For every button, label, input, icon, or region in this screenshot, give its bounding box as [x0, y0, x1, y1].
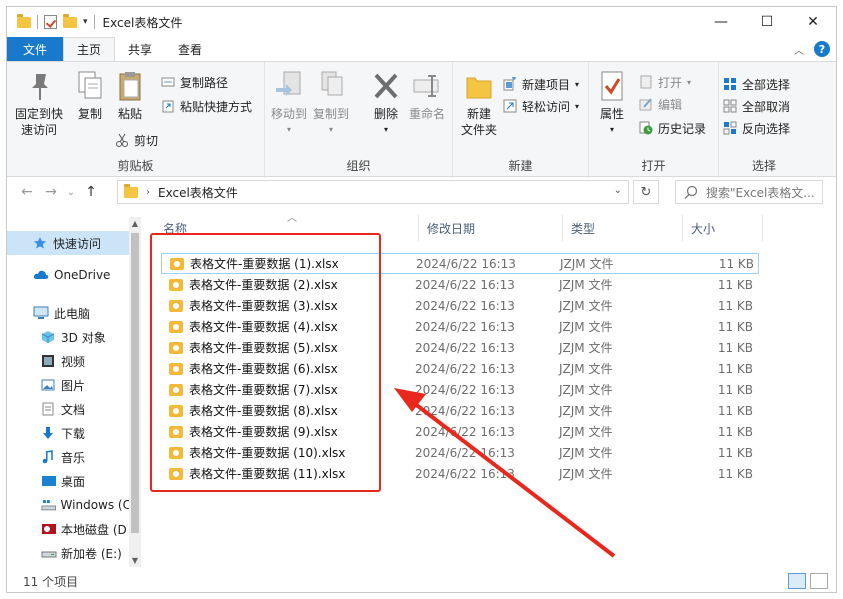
annotation-arrow — [394, 388, 616, 558]
arrow-shaft — [408, 398, 616, 558]
